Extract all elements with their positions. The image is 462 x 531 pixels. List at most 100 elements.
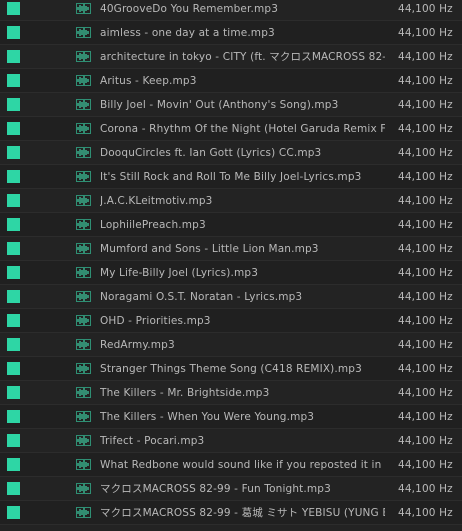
list-item[interactable]: aimless - one day at a time.mp3 44,100 Hz	[0, 21, 462, 45]
list-item[interactable]: The Killers - When You Were Young.mp3 44,…	[0, 405, 462, 429]
clip-name[interactable]: aimless - one day at a time.mp3	[100, 21, 385, 45]
audio-waveform-icon	[76, 507, 91, 518]
list-item[interactable]: The Killers - Mr. Brightside.mp3 44,100 H…	[0, 381, 462, 405]
label-color-swatch[interactable]	[7, 242, 20, 255]
clip-name[interactable]: J.A.C.KLeitmotiv.mp3	[100, 189, 385, 213]
label-color-swatch[interactable]	[7, 386, 20, 399]
sample-rate: 44,100 Hz	[398, 75, 453, 87]
label-color-swatch[interactable]	[7, 122, 20, 135]
label-color-swatch[interactable]	[7, 266, 20, 279]
label-color-swatch[interactable]	[7, 338, 20, 351]
label-color-swatch[interactable]	[7, 50, 20, 63]
audio-waveform-icon	[76, 267, 91, 278]
label-color-swatch[interactable]	[7, 74, 20, 87]
clip-name[interactable]: The Killers - Mr. Brightside.mp3	[100, 381, 385, 405]
clip-name[interactable]: Stranger Things Theme Song (C418 REMIX).…	[100, 357, 385, 381]
audio-waveform-icon	[76, 315, 91, 326]
label-color-swatch[interactable]	[7, 146, 20, 159]
list-item[interactable]: DooquCircles ft. Ian Gott (Lyrics) CC.mp…	[0, 141, 462, 165]
sample-rate: 44,100 Hz	[398, 387, 453, 399]
audio-waveform-icon	[76, 219, 91, 230]
list-item[interactable]: Aritus - Keep.mp3 44,100 Hz	[0, 69, 462, 93]
list-item[interactable]: LophiilePreach.mp3 44,100 Hz	[0, 213, 462, 237]
clip-name[interactable]: My Life-Billy Joel (Lyrics).mp3	[100, 261, 385, 285]
audio-waveform-icon	[76, 483, 91, 494]
sample-rate: 44,100 Hz	[398, 339, 453, 351]
clip-name[interactable]: DooquCircles ft. Ian Gott (Lyrics) CC.mp…	[100, 141, 385, 165]
sample-rate: 44,100 Hz	[398, 315, 453, 327]
sample-rate: 44,100 Hz	[398, 195, 453, 207]
clip-name[interactable]: The Killers - When You Were Young.mp3	[100, 405, 385, 429]
label-color-swatch[interactable]	[7, 434, 20, 447]
audio-waveform-icon	[76, 3, 91, 14]
clip-name[interactable]: RedArmy.mp3	[100, 333, 385, 357]
label-color-swatch[interactable]	[7, 2, 20, 15]
list-item[interactable]: Billy Joel - Movin' Out (Anthony's Song)…	[0, 93, 462, 117]
audio-waveform-icon	[76, 387, 91, 398]
sample-rate: 44,100 Hz	[398, 363, 453, 375]
label-color-swatch[interactable]	[7, 98, 20, 111]
audio-waveform-icon	[76, 339, 91, 350]
label-color-swatch[interactable]	[7, 482, 20, 495]
label-color-swatch[interactable]	[7, 506, 20, 519]
list-item[interactable]: Mumford and Sons - Little Lion Man.mp3 44…	[0, 237, 462, 261]
label-color-swatch[interactable]	[7, 194, 20, 207]
label-color-swatch[interactable]	[7, 314, 20, 327]
audio-waveform-icon	[76, 291, 91, 302]
label-color-swatch[interactable]	[7, 458, 20, 471]
clip-name[interactable]: Corona - Rhythm Of the Night (Hotel Garu…	[100, 117, 385, 141]
clip-name[interactable]: 40GrooveDo You Remember.mp3	[100, 0, 385, 21]
clip-name[interactable]: Trifect - Pocari.mp3	[100, 429, 385, 453]
list-item[interactable]: Corona - Rhythm Of the Night (Hotel Garu…	[0, 117, 462, 141]
list-item[interactable]: architecture in tokyo - CITY (ft. マクロスMA…	[0, 45, 462, 69]
clip-name[interactable]: Noragami O.S.T. Noratan - Lyrics.mp3	[100, 285, 385, 309]
audio-waveform-icon	[76, 99, 91, 110]
sample-rate: 44,100 Hz	[398, 3, 453, 15]
clip-name[interactable]: OHD - Priorities.mp3	[100, 309, 385, 333]
audio-waveform-icon	[76, 459, 91, 470]
audio-waveform-icon	[76, 75, 91, 86]
list-item[interactable]: My Life-Billy Joel (Lyrics).mp3 44,100 Hz	[0, 261, 462, 285]
list-item[interactable]: What Redbone would sound like if you rep…	[0, 453, 462, 477]
clip-name[interactable]: It's Still Rock and Roll To Me Billy Joe…	[100, 165, 385, 189]
sample-rate: 44,100 Hz	[398, 459, 453, 471]
list-item[interactable]: Noragami O.S.T. Noratan - Lyrics.mp3 44,1…	[0, 285, 462, 309]
list-item[interactable]: J.A.C.KLeitmotiv.mp3 44,100 Hz	[0, 189, 462, 213]
label-color-swatch[interactable]	[7, 290, 20, 303]
list-item[interactable]: OHD - Priorities.mp3 44,100 Hz	[0, 309, 462, 333]
sample-rate: 44,100 Hz	[398, 291, 453, 303]
clip-name[interactable]: マクロスMACROSS 82-99 - Fun Tonight.mp3	[100, 477, 385, 501]
label-color-swatch[interactable]	[7, 410, 20, 423]
audio-waveform-icon	[76, 243, 91, 254]
audio-waveform-icon	[76, 363, 91, 374]
list-item[interactable]: マクロスMACROSS 82-99 - Fun Tonight.mp3 44,10…	[0, 477, 462, 501]
audio-waveform-icon	[76, 435, 91, 446]
list-item[interactable]: Stranger Things Theme Song (C418 REMIX).…	[0, 357, 462, 381]
sample-rate: 44,100 Hz	[398, 483, 453, 495]
project-media-list: 40GrooveDo You Remember.mp3 44,100 Hz aiml…	[0, 0, 462, 525]
clip-name[interactable]: マクロスMACROSS 82-99 - 葛城 ミサト YEBISU (YUNG …	[100, 501, 385, 525]
clip-name[interactable]: LophiilePreach.mp3	[100, 213, 385, 237]
list-item[interactable]: Trifect - Pocari.mp3 44,100 Hz	[0, 429, 462, 453]
audio-waveform-icon	[76, 411, 91, 422]
label-color-swatch[interactable]	[7, 26, 20, 39]
clip-name[interactable]: architecture in tokyo - CITY (ft. マクロスMA…	[100, 45, 385, 69]
audio-waveform-icon	[76, 51, 91, 62]
audio-waveform-icon	[76, 27, 91, 38]
sample-rate: 44,100 Hz	[398, 147, 453, 159]
label-color-swatch[interactable]	[7, 218, 20, 231]
label-color-swatch[interactable]	[7, 170, 20, 183]
list-item[interactable]: マクロスMACROSS 82-99 - 葛城 ミサト YEBISU (YUNG …	[0, 501, 462, 525]
list-item[interactable]: 40GrooveDo You Remember.mp3 44,100 Hz	[0, 0, 462, 21]
clip-name[interactable]: What Redbone would sound like if you rep…	[100, 453, 385, 477]
sample-rate: 44,100 Hz	[398, 27, 453, 39]
audio-waveform-icon	[76, 147, 91, 158]
clip-name[interactable]: Billy Joel - Movin' Out (Anthony's Song)…	[100, 93, 385, 117]
list-item[interactable]: It's Still Rock and Roll To Me Billy Joe…	[0, 165, 462, 189]
clip-name[interactable]: Mumford and Sons - Little Lion Man.mp3	[100, 237, 385, 261]
clip-name[interactable]: Aritus - Keep.mp3	[100, 69, 385, 93]
sample-rate: 44,100 Hz	[398, 411, 453, 423]
list-item[interactable]: RedArmy.mp3 44,100 Hz	[0, 333, 462, 357]
label-color-swatch[interactable]	[7, 362, 20, 375]
sample-rate: 44,100 Hz	[398, 435, 453, 447]
